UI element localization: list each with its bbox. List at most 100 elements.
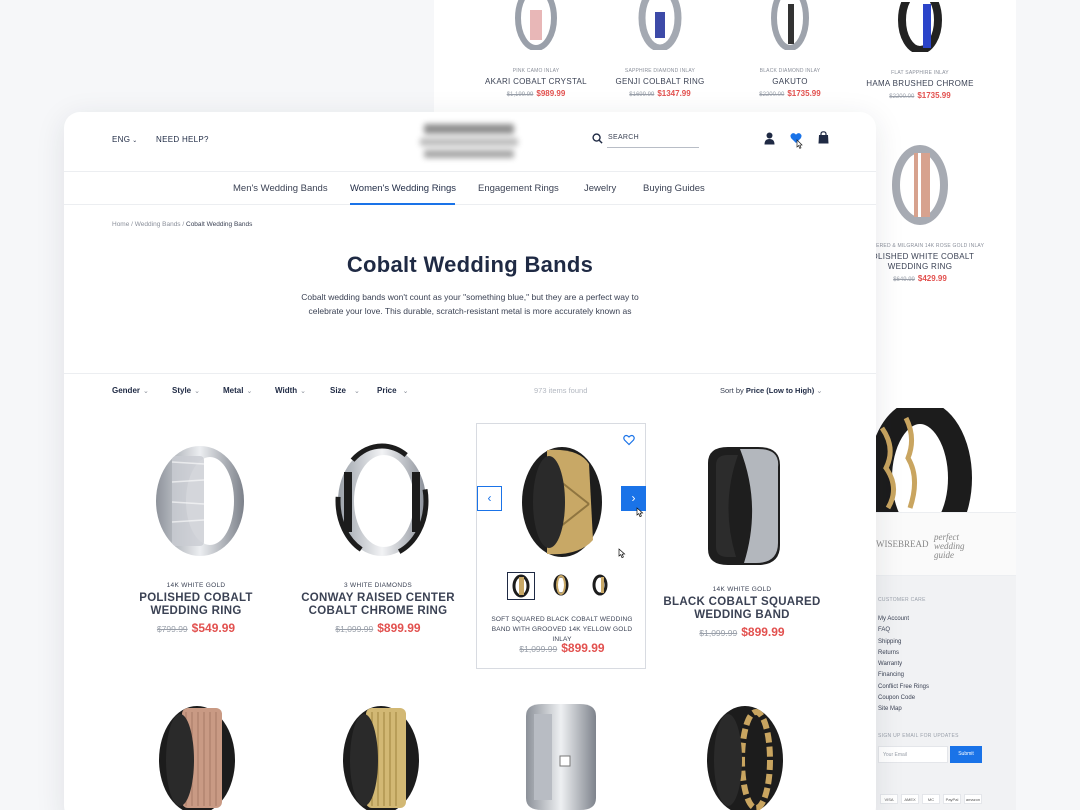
- submit-button[interactable]: Submit: [950, 746, 982, 763]
- bg-old-price: $1699.99: [629, 92, 655, 98]
- ring-image: [635, 0, 685, 50]
- filter-label: Metal: [223, 386, 244, 395]
- footer-link[interactable]: Returns: [878, 648, 929, 659]
- product-card[interactable]: 14K WHITE GOLD BLACK COBALT SQUARED WEDDI…: [657, 586, 827, 639]
- bg-product-price: $2200.00 $1735.99: [860, 91, 980, 100]
- payment-badge: MC: [922, 794, 940, 804]
- product-card-hovered[interactable]: ‹ › SOFT SQUARED BLACK COBALT WEDDING BAN…: [476, 423, 646, 669]
- product-card[interactable]: 3 WHITE DIAMONDS CONWAY RAISED CENTER COB…: [293, 582, 463, 635]
- search-input[interactable]: SEARCH: [608, 134, 698, 141]
- bg-old-price: $2200.00: [889, 94, 915, 100]
- product-image[interactable]: [704, 702, 786, 810]
- nav-item-jewelry[interactable]: Jewelry: [584, 183, 616, 194]
- footer-link[interactable]: Conflict Free Rings: [878, 682, 929, 693]
- product-name-line: COBALT CHROME RING: [308, 605, 448, 617]
- language-selector[interactable]: ENG ⌄: [112, 135, 138, 144]
- product-name-line: WEDDING BAND: [694, 609, 790, 621]
- active-nav-indicator: [350, 203, 455, 205]
- search-icon[interactable]: [592, 133, 603, 144]
- bg-product-card[interactable]: FLAT SAPPHIRE INLAY HAMA BRUSHED CHROME …: [860, 2, 980, 100]
- sale-price: $899.99: [561, 641, 605, 655]
- store-logo[interactable]: [420, 120, 520, 160]
- old-price: $1,099.99: [699, 628, 738, 638]
- page-title: Cobalt Wedding Bands: [346, 252, 594, 277]
- nav-item-mens-wedding-bands[interactable]: Men's Wedding Bands: [233, 183, 328, 194]
- footer-link[interactable]: Site Map: [878, 704, 929, 715]
- old-price: $799.99: [156, 624, 188, 634]
- heart-icon[interactable]: [790, 132, 804, 150]
- filter-label: Width: [275, 386, 298, 395]
- product-name-line: SOFT SQUARED BLACK COBALT WEDDING: [491, 616, 633, 623]
- footer-link[interactable]: Coupon Code: [878, 693, 929, 704]
- product-name-line: CONWAY RAISED CENTER: [301, 592, 455, 604]
- bg-product-card[interactable]: HAMMERED & MILGRAIN 14K ROSE GOLD INLAY …: [860, 145, 985, 283]
- product-image[interactable]: [334, 442, 430, 560]
- product-image[interactable]: [520, 702, 602, 810]
- filter-metal[interactable]: Metal ⌄: [223, 386, 252, 395]
- chevron-left-icon[interactable]: ‹: [477, 486, 502, 511]
- footer-links: My Account FAQ Shipping Returns Warranty…: [878, 614, 929, 716]
- product-image[interactable]: [152, 442, 248, 560]
- filter-width[interactable]: Width ⌄: [275, 386, 306, 395]
- product-card[interactable]: 14K WHITE GOLD POLISHED COBALT WEDDING RI…: [111, 582, 281, 635]
- breadcrumb-separator: /: [131, 221, 133, 228]
- product-subtitle: 14K WHITE GOLD: [712, 586, 772, 593]
- sort-prefix: Sort by: [720, 386, 744, 395]
- breadcrumb: Home / Wedding Bands / Cobalt Wedding Ba…: [112, 221, 252, 228]
- thumbnail[interactable]: [548, 572, 576, 600]
- bag-icon[interactable]: [818, 131, 829, 144]
- nav-item-engagement-rings[interactable]: Engagement Rings: [478, 183, 559, 194]
- bg-product-card[interactable]: SAPPHIRE DIAMOND INLAY GENJI COLBALT RIN…: [600, 0, 720, 98]
- footer-link[interactable]: Financing: [878, 670, 929, 681]
- filter-price[interactable]: Price ⌄: [377, 386, 408, 395]
- product-name-line: BLACK COBALT SQUARED: [663, 596, 821, 608]
- thumbnail[interactable]: [507, 572, 535, 600]
- nav-item-womens-wedding-rings[interactable]: Women's Wedding Rings: [350, 183, 456, 194]
- bg-product-price: $1,199.99 $989.99: [476, 89, 596, 98]
- footer-link[interactable]: Warranty: [878, 659, 929, 670]
- product-image[interactable]: [156, 702, 238, 810]
- product-price: $1,099.99 $899.99: [657, 625, 827, 639]
- user-icon[interactable]: [764, 132, 775, 145]
- filter-label: Style: [172, 386, 192, 395]
- heart-outline-icon[interactable]: [623, 434, 637, 448]
- partner-logo: perfect wedding guide: [934, 532, 965, 560]
- product-image[interactable]: [519, 444, 605, 560]
- email-field[interactable]: Your Email: [878, 746, 948, 763]
- payment-badge: AMEX: [901, 794, 919, 804]
- sort-dropdown[interactable]: Sort by Price (Low to High) ⌄: [720, 386, 823, 395]
- thumbnail[interactable]: [587, 572, 615, 600]
- search-underline: [607, 147, 699, 148]
- footer-link[interactable]: My Account: [878, 614, 929, 625]
- chevron-down-icon: ⌄: [814, 386, 823, 395]
- chevron-down-icon: ⌄: [130, 138, 138, 144]
- bg-product-card[interactable]: PINK CAMO INLAY AKARI COBALT CRYSTAL $1,…: [476, 0, 596, 98]
- filter-style[interactable]: Style ⌄: [172, 386, 200, 395]
- payment-badge: VISA: [880, 794, 898, 804]
- filter-gender[interactable]: Gender ⌄: [112, 386, 149, 395]
- chevron-down-icon: ⌄: [354, 388, 360, 395]
- bg-ring-image: [876, 408, 976, 512]
- filter-size[interactable]: Size ⌄: [330, 386, 360, 395]
- product-price: $799.99 $549.99: [111, 621, 281, 635]
- bg-product-name: GENJI COLBALT RING: [615, 77, 705, 86]
- bg-product-subtitle: PINK CAMO INLAY: [512, 68, 560, 74]
- items-found-count: 973 items found: [534, 386, 588, 395]
- product-image[interactable]: [698, 445, 788, 567]
- bg-product-card[interactable]: BLACK DIAMOND INLAY GAKUTO $2200.00 $1735…: [730, 0, 850, 98]
- footer-link[interactable]: Shipping: [878, 637, 929, 648]
- image-thumbnails: [507, 572, 617, 602]
- ring-image: [511, 0, 561, 50]
- breadcrumb-home[interactable]: Home: [112, 221, 129, 228]
- footer-link[interactable]: FAQ: [878, 625, 929, 636]
- product-image[interactable]: [340, 702, 422, 810]
- signup-heading: SIGN UP EMAIL FOR UPDATES: [878, 733, 959, 739]
- bg-sale-price: $429.99: [917, 274, 947, 283]
- partner-logos: WISEBREAD perfect wedding guide: [876, 512, 1016, 576]
- bg-product-subtitle: HAMMERED & MILGRAIN 14K ROSE GOLD INLAY: [860, 243, 985, 249]
- payment-badge: amazon: [964, 794, 982, 804]
- nav-item-buying-guides[interactable]: Buying Guides: [643, 183, 705, 194]
- breadcrumb-wedding-bands[interactable]: Wedding Bands: [135, 221, 181, 228]
- sale-price: $899.99: [741, 625, 785, 639]
- need-help-link[interactable]: NEED HELP?: [156, 135, 209, 144]
